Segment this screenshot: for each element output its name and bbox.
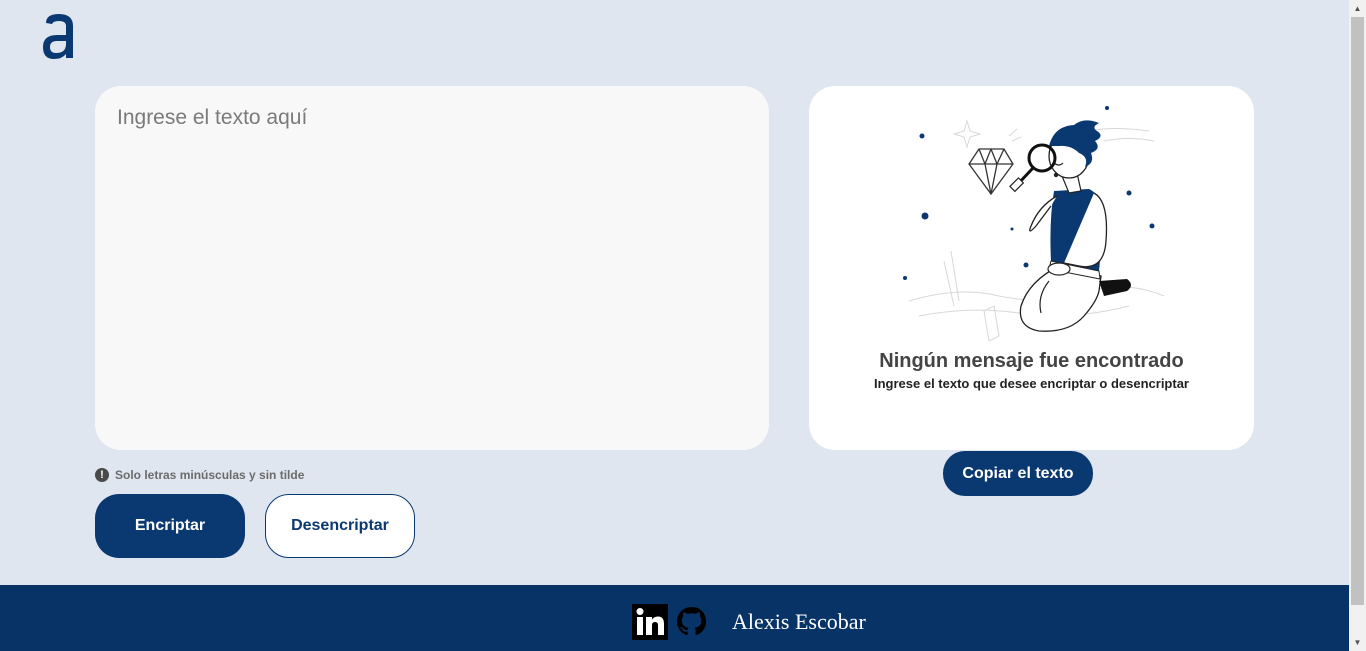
linkedin-icon[interactable] (632, 604, 668, 640)
scroll-up-icon[interactable]: ▲ (1349, 0, 1366, 17)
input-card (95, 86, 769, 450)
output-card: Ningún mensaje fue encontrado Ingrese el… (809, 86, 1254, 450)
input-hint: ! Solo letras minúsculas y sin tilde (95, 467, 304, 483)
exclamation-circle-icon: ! (95, 468, 109, 482)
github-icon[interactable] (674, 604, 710, 640)
hint-text: Solo letras minúsculas y sin tilde (115, 468, 305, 482)
footer-social: Alexis Escobar (632, 604, 866, 640)
alura-logo-icon[interactable] (40, 10, 78, 62)
vertical-scrollbar[interactable]: ▲ ▼ (1349, 0, 1366, 651)
scroll-thumb[interactable] (1351, 17, 1364, 605)
page: ! Solo letras minúsculas y sin tilde Enc… (0, 0, 1349, 651)
empty-state-title: Ningún mensaje fue encontrado (879, 350, 1184, 372)
footer-name: Alexis Escobar (732, 609, 866, 634)
person-with-magnifier-illustration (903, 106, 1165, 342)
empty-state-subtitle: Ingrese el texto que desee encriptar o d… (873, 376, 1189, 391)
copy-button[interactable]: Copiar el texto (943, 451, 1093, 496)
footer: Alexis Escobar (0, 585, 1349, 651)
scroll-down-icon[interactable]: ▼ (1349, 634, 1366, 651)
text-input[interactable] (115, 104, 749, 438)
encrypt-button[interactable]: Encriptar (95, 494, 245, 558)
decrypt-button[interactable]: Desencriptar (265, 494, 415, 558)
